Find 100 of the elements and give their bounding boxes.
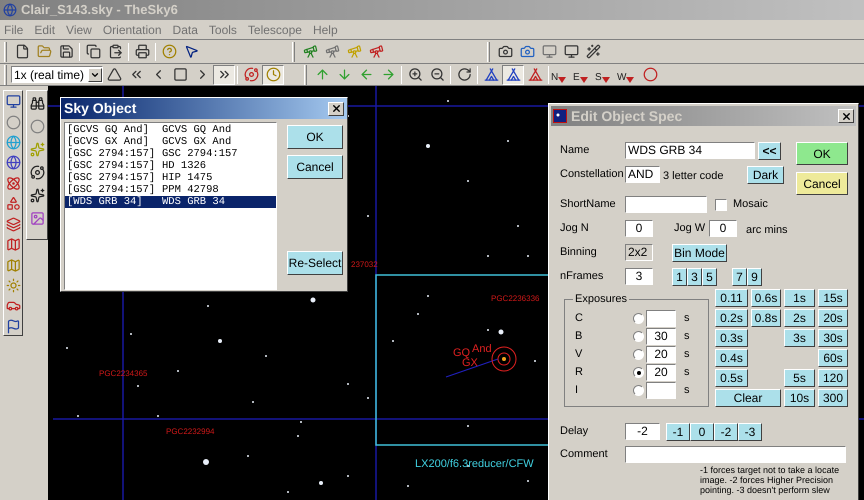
frame-count-button[interactable]: 5 [702,268,717,286]
radio-button[interactable] [633,349,644,360]
object-list-item[interactable]: [GSC 2794:157] HIP 1475 [65,172,276,184]
object-label: PGC2236336 [491,295,540,303]
unit-label: s [684,365,690,380]
exposure-time-button[interactable]: 15s [818,289,848,307]
exposure-time-button[interactable]: 5s [784,369,815,387]
ok-button[interactable]: OK [796,142,848,165]
unit-label: s [684,347,690,362]
filter-label: I [574,383,580,398]
input-field[interactable]: 20 [646,346,676,363]
fast-forward-icon[interactable] [213,64,235,84]
radio-button[interactable] [633,313,644,324]
input-field[interactable]: 20 [646,364,676,381]
field-label: Name [560,143,590,158]
exposure-time-button[interactable]: 60s [818,349,848,367]
unit-label: s [684,311,690,326]
app-icon [553,109,567,123]
filter-label: V [574,347,584,362]
exposure-time-button[interactable]: 0.5s [715,369,748,387]
target-marker-icon [490,345,518,373]
exposure-time-button[interactable]: 1s [784,289,815,307]
object-list-item[interactable]: [GCVS GX And] GCVS GX And [65,136,276,148]
cancel-button[interactable]: Cancel [796,172,848,195]
field-label: nFrames [560,269,604,284]
bin-mode-button[interactable]: Bin Mode [672,244,727,262]
input-field[interactable]: 3 [625,268,653,285]
frame-count-button[interactable]: 1 [672,268,687,286]
object-list-item[interactable]: [GSC 2794:157] PPM 42798 [65,184,276,196]
dialog-button[interactable]: OK [287,125,343,149]
input-field[interactable]: 0 [625,220,653,237]
comment-field[interactable] [625,446,846,463]
dialog-title: Sky Object [64,99,136,118]
frame-count-button[interactable]: 3 [687,268,702,286]
field-label: Binning [560,245,598,260]
close-button[interactable] [838,109,854,123]
clock-icon[interactable] [262,64,284,84]
object-list-item[interactable]: [GCVS GQ And] GCVS GQ And [65,124,276,136]
object-list-item[interactable]: [WDS GRB 34] WDS GRB 34 [65,196,276,208]
hint-text: 3 letter code [663,169,724,184]
exposure-time-button[interactable]: 20s [818,309,848,327]
exposure-time-button[interactable]: 30s [818,329,848,347]
exposure-time-button[interactable]: Clear [715,389,781,407]
radio-button[interactable] [633,367,644,378]
unit-label: s [684,329,690,344]
copy-name-button[interactable]: << [758,142,781,160]
input-field[interactable]: 30 [646,328,676,345]
dark-button[interactable]: Dark [747,166,784,184]
object-label: GX [462,358,478,369]
unit-label: s [684,383,690,398]
frame-count-button[interactable]: 9 [747,268,762,286]
exposure-time-button[interactable]: 0.6s [751,289,781,307]
delay-button[interactable]: -1 [666,422,690,440]
dialog-button[interactable]: Cancel [287,155,343,179]
delay-button[interactable]: -3 [738,422,762,440]
radio-button[interactable] [633,385,644,396]
field-label: Delay [560,424,590,440]
input-field[interactable] [646,382,676,399]
binning-field[interactable]: 2x2 [625,244,653,261]
window-title: Clair_S143.sky - TheSky6 [21,1,178,20]
frame-count-button[interactable]: 7 [732,268,747,286]
exposure-time-button[interactable]: 10s [784,389,815,407]
input-field[interactable]: -2 [625,423,660,440]
exposure-time-button[interactable]: 300 [818,389,848,407]
dialog-button[interactable]: Re-Select [287,251,343,275]
dialog-title: Edit Object Spec [571,106,682,126]
object-label: GQ [453,348,470,359]
input-field[interactable]: AND [625,166,660,183]
field-label: Comment [560,447,609,462]
unit-label: arc mins [746,223,788,238]
name-field[interactable]: WDS GRB 34 [625,142,755,159]
exposure-time-button[interactable]: 0.11 [715,289,748,307]
object-list-item[interactable]: [GSC 2794:157] GSC 2794:157 [65,148,276,160]
app-globe-icon [3,3,17,17]
help-note: -1 forces target not to take a locate image. -2 forces Higher Precision pointing. -3 doesn't perform slew [700,465,840,495]
object-list-item[interactable]: [GSC 2794:157] HD 1326 [65,160,276,172]
delay-button[interactable]: -2 [714,422,738,440]
close-button[interactable] [328,102,344,116]
exposure-time-button[interactable]: 0.3s [715,329,748,347]
exposure-time-button[interactable]: 0.2s [715,309,748,327]
exposure-time-button[interactable]: 3s [784,329,815,347]
close-icon [840,110,852,122]
field-label: ShortName [560,197,617,212]
input-field[interactable] [625,196,707,213]
checkbox[interactable] [715,198,727,210]
time-step-dropdown[interactable]: 1x (real time) [11,66,103,83]
object-label: PGC2232994 [166,428,214,436]
checkbox-label: Mosaic [733,197,768,212]
exposure-time-button[interactable]: 120 [818,369,848,387]
radio-button[interactable] [633,331,644,342]
exposure-time-button[interactable]: 2s [784,309,815,327]
exposure-time-button[interactable]: 0.8s [751,309,781,327]
close-icon [330,103,342,114]
exposure-time-button[interactable]: 0.4s [715,349,748,367]
input-field[interactable]: 0 [709,220,737,237]
input-field[interactable] [646,310,676,327]
field-label: Jog N [560,221,590,236]
filter-label: B [574,329,584,344]
field-label: Jog W [674,221,706,236]
delay-button[interactable]: 0 [690,422,714,440]
